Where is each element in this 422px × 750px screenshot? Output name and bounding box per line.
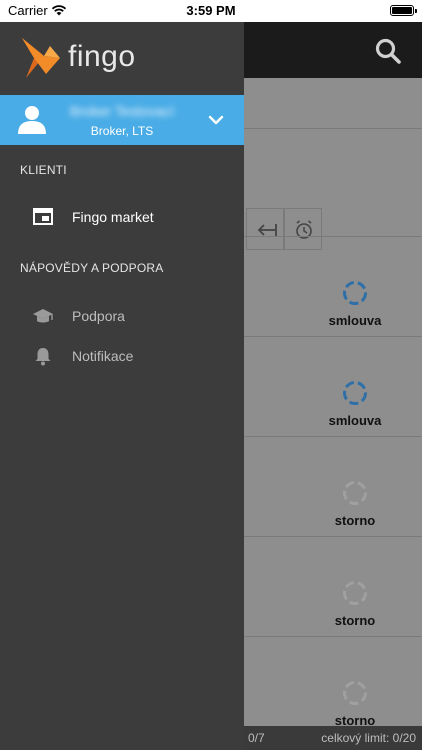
footer-count: 0/7	[248, 731, 265, 745]
status-smlouva: smlouva	[310, 280, 400, 328]
footer-total-limit: celkový limit: 0/20	[321, 731, 416, 745]
status-storno: storno	[310, 680, 400, 728]
menu-item-podpora[interactable]: Podpora	[0, 298, 244, 334]
status-label: storno	[334, 613, 376, 628]
menu-item-label: Podpora	[72, 308, 125, 324]
chevron-down-icon[interactable]	[206, 110, 226, 130]
status-storno: storno	[310, 580, 400, 628]
fish-logo-icon	[22, 38, 60, 78]
graduation-cap-icon	[33, 309, 53, 323]
loading-ring-icon	[343, 581, 367, 605]
divider	[244, 236, 422, 237]
alarm-button[interactable]	[284, 208, 322, 250]
section-header-help: NÁPOVĚDY A PODPORA	[20, 261, 164, 275]
clock: 3:59 PM	[186, 3, 236, 18]
status-label: storno	[334, 513, 376, 528]
status-storno: storno	[310, 480, 400, 528]
loading-ring-icon	[343, 481, 367, 505]
back-arrow-button[interactable]	[246, 208, 284, 250]
status-label: smlouva	[328, 413, 382, 428]
battery-icon	[390, 5, 417, 16]
fingo-logo: fingo	[20, 34, 150, 82]
user-role: Broker, LTS	[90, 124, 154, 138]
window-icon	[33, 208, 53, 225]
navigation-drawer: fingo Broker Testovací Broker, LTS KLIEN…	[0, 22, 244, 750]
search-icon[interactable]	[374, 37, 402, 65]
loading-ring-icon	[343, 281, 367, 305]
user-account-switcher[interactable]: Broker Testovací Broker, LTS	[0, 95, 244, 145]
menu-item-label: Fingo market	[72, 209, 154, 225]
logo-text: fingo	[68, 40, 136, 73]
status-label: smlouva	[328, 313, 382, 328]
status-smlouva: smlouva	[310, 380, 400, 428]
divider	[244, 636, 422, 637]
arrow-left-icon	[257, 224, 277, 236]
menu-item-fingo-market[interactable]: Fingo market	[0, 199, 244, 235]
section-header-clients: KLIENTI	[20, 163, 67, 177]
loading-ring-icon	[343, 681, 367, 705]
loading-ring-icon	[343, 381, 367, 405]
user-avatar-icon	[18, 106, 46, 134]
divider	[244, 436, 422, 437]
user-name: Broker Testovací	[69, 103, 174, 119]
menu-item-label: Notifikace	[72, 348, 134, 364]
divider	[244, 128, 422, 129]
divider	[244, 536, 422, 537]
menu-item-notifikace[interactable]: Notifikace	[0, 338, 244, 374]
bell-icon	[35, 348, 51, 366]
divider	[244, 336, 422, 337]
status-bar: Carrier 3:59 PM	[0, 0, 422, 22]
alarm-clock-icon	[296, 220, 312, 239]
